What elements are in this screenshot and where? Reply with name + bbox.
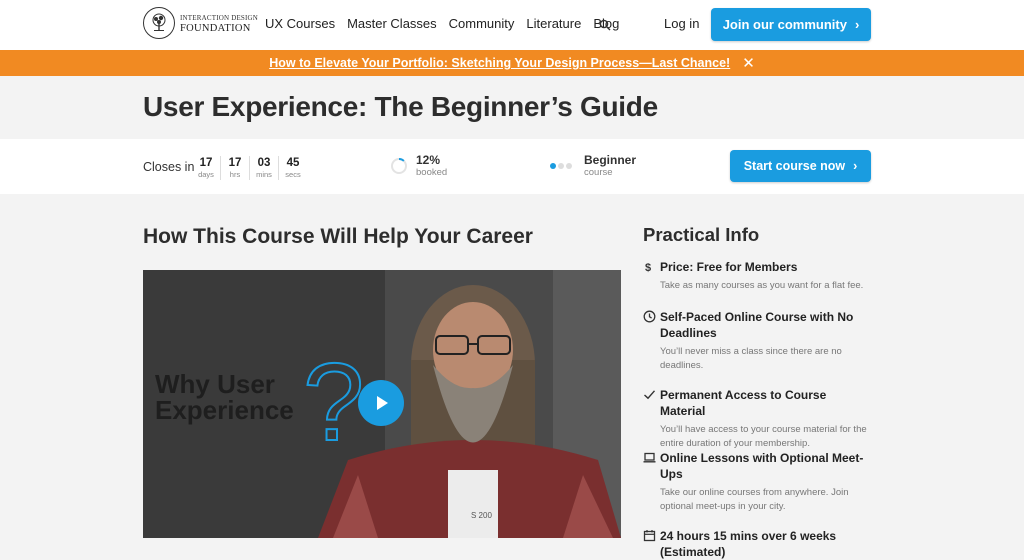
level-dots-icon [550,163,572,169]
site-logo[interactable]: INTERACTION DESIGN FOUNDATION [143,7,258,39]
logo-big-text: FOUNDATION [180,22,251,34]
nav-master-classes[interactable]: Master Classes [347,16,437,31]
video-title-line2: Experience [155,395,294,425]
close-icon[interactable]: ✕ [742,54,755,72]
tree-logo-icon [143,7,175,39]
info-title: Online Lessons with Optional Meet-Ups [660,451,864,481]
countdown-minutes: 03 mins [250,156,279,180]
info-item-self-paced: Self-Paced Online Course with No Deadlin… [643,309,873,373]
info-item-online-lessons: Online Lessons with Optional Meet-Ups Ta… [643,450,873,514]
countdown-timer: 17 days 17 hrs 03 mins 45 secs [192,156,307,180]
info-desc: You’ll have access to your course materi… [660,424,867,449]
booked-value: 12% [416,153,441,167]
shirt-text: S 200 [471,511,492,520]
site-header: INTERACTION DESIGN FOUNDATION UX Courses… [0,0,1024,50]
laptop-icon [643,451,656,463]
main-nav: UX Courses Master Classes Community Lite… [265,16,631,31]
start-course-button[interactable]: Start course now › [730,150,871,182]
level-label: course [584,167,613,178]
nav-community[interactable]: Community [449,16,515,31]
booked-progress-ring-icon [391,158,407,174]
countdown-days: 17 days [192,156,221,180]
info-title: 24 hours 15 mins over 6 weeks (Estimated… [660,529,837,559]
start-course-label: Start course now [743,159,846,173]
promo-banner-link[interactable]: How to Elevate Your Portfolio: Sketching… [269,56,730,70]
question-mark-graphic: ? [303,341,364,464]
chevron-right-icon: › [854,17,860,32]
info-desc: Take as many courses as you want for a f… [660,280,864,291]
join-community-button[interactable]: Join our community › [711,8,871,41]
play-button-icon[interactable] [358,380,404,426]
info-title: Self-Paced Online Course with No Deadlin… [660,310,854,340]
info-desc: Take our online courses from anywhere. J… [660,487,849,512]
countdown-hours: 17 hrs [221,156,250,180]
clock-icon [643,310,656,323]
page-title: User Experience: The Beginner’s Guide [143,91,658,122]
chevron-right-icon: › [853,159,858,173]
info-title: Price: Free for Members [660,260,798,274]
search-icon[interactable] [599,18,611,36]
login-link[interactable]: Log in [664,16,699,31]
svg-text:$: $ [645,262,651,274]
nav-ux-courses[interactable]: UX Courses [265,16,335,31]
level-stat: Beginner course [550,153,636,179]
closes-label: Closes in [143,160,195,174]
info-desc: You’ll never miss a class since there ar… [660,346,842,371]
nav-literature[interactable]: Literature [526,16,581,31]
info-item-duration: 24 hours 15 mins over 6 weeks (Estimated… [643,528,873,560]
info-title: Permanent Access to Course Material [660,388,827,418]
practical-info-heading: Practical Info [643,224,760,245]
course-video[interactable]: S 200 Why User Experience ? [143,270,621,538]
join-community-label: Join our community [722,17,847,32]
logo-small-text: INTERACTION DESIGN [180,13,259,22]
booked-label: booked [416,167,448,178]
booked-stat: 12% booked [390,153,447,179]
countdown-seconds: 45 secs [285,157,301,179]
video-thumbnail: S 200 Why User Experience ? [143,270,621,538]
section-heading: How This Course Will Help Your Career [143,225,533,248]
info-item-access: Permanent Access to Course Material You’… [643,387,873,451]
promo-banner: How to Elevate Your Portfolio: Sketching… [0,50,1024,76]
level-value: Beginner [584,153,637,167]
checkmark-icon [643,388,656,400]
calendar-icon [643,529,656,542]
dollar-icon: $ [643,260,655,274]
info-item-price: $ Price: Free for Members Take as many c… [643,259,873,293]
